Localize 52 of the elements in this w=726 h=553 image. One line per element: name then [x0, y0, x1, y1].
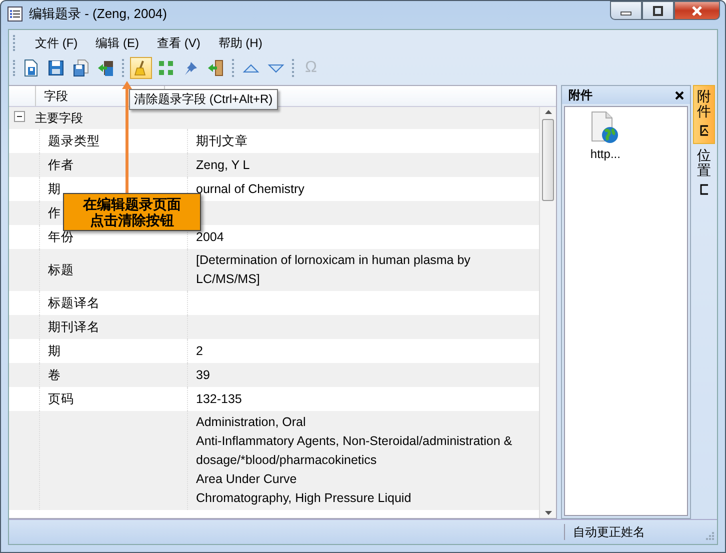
tab-icon [698, 122, 710, 137]
field-name: 标题译名 [48, 294, 100, 312]
field-name: 期刊译名 [48, 318, 100, 336]
field-value: Zeng, Y L [196, 156, 250, 174]
vertical-scrollbar[interactable] [539, 107, 556, 518]
field-value: 期刊文章 [196, 132, 248, 150]
field-value: 2 [196, 342, 203, 360]
keyword-text: Administration, Oral [196, 414, 306, 431]
field-value: 132-135 [196, 390, 242, 408]
status-text: 自动更正姓名 [573, 524, 645, 540]
web-file-icon[interactable] [590, 111, 620, 145]
field-name: 年份 [48, 228, 74, 246]
tab-icon [698, 182, 710, 196]
group-label: 主要字段 [35, 110, 83, 126]
field-name: 期 [48, 180, 61, 198]
window-title: 编辑题录 - (Zeng, 2004) [29, 5, 167, 23]
maximize-button[interactable] [642, 1, 674, 20]
field-name: 作者 [48, 156, 74, 174]
resize-grip-icon[interactable] [704, 532, 714, 542]
field-name: 作 [48, 204, 61, 222]
menu-item[interactable]: 查看 (V) [157, 34, 200, 52]
scroll-down-icon[interactable] [544, 510, 553, 516]
field-name: 页码 [48, 390, 74, 408]
side-tab[interactable]: 位置 [693, 144, 716, 203]
menu-item[interactable]: 文件 (F) [35, 34, 78, 52]
minimize-button[interactable] [610, 1, 642, 20]
attachment-label[interactable]: http... [590, 147, 620, 161]
side-tab[interactable]: 附件 [693, 85, 716, 144]
tooltip: 清除题录字段 (Ctrl+Alt+R) [129, 89, 278, 110]
close-button[interactable] [674, 1, 720, 20]
keyword-text: Area Under Curve [196, 471, 297, 488]
field-value: 39 [196, 366, 210, 384]
collapse-toggle[interactable] [14, 111, 25, 125]
close-icon [690, 4, 704, 16]
field-value: [Determination of lornoxicam in human plasma by LC/MS/MS] [196, 252, 472, 288]
maximize-icon [652, 6, 664, 16]
field-name: 标题 [48, 262, 74, 278]
scroll-thumb[interactable] [542, 119, 554, 201]
broom-icon[interactable] [130, 57, 152, 79]
keyword-text: Anti-Inflammatory Agents, Non-Steroidal/administration & dosage/*blood/pharmacokinetics [196, 433, 514, 469]
menu-item[interactable]: 帮助 (H) [218, 34, 262, 52]
field-name: 期 [48, 342, 61, 360]
panel-title: 附件 [568, 86, 592, 104]
scroll-up-icon[interactable] [544, 109, 553, 115]
keyword-text: Chromatography, High Pressure Liquid [196, 490, 412, 507]
field-name: 题录类型 [48, 132, 100, 150]
field-value: 2004 [196, 228, 224, 246]
close-icon[interactable] [675, 90, 684, 100]
menu-item[interactable]: 编辑 (E) [96, 34, 139, 52]
callout-note: 在编辑题录页面 点击清除按钮 [63, 193, 201, 231]
field-name: 卷 [48, 366, 61, 384]
window-list-icon [7, 6, 23, 22]
